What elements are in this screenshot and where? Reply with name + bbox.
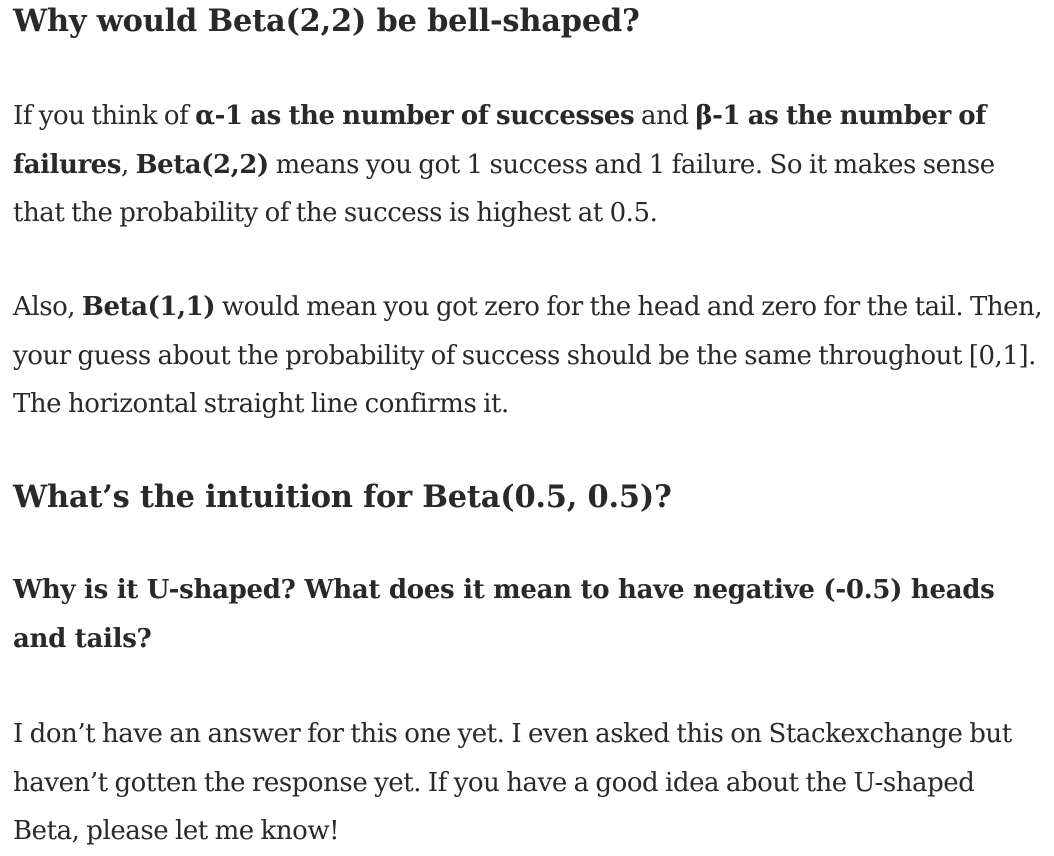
p1-text-1: If you think of (13, 101, 196, 131)
p1-text-3: , (120, 149, 136, 180)
p2-text-1: Also, (13, 292, 82, 322)
p1-text-2: and (634, 101, 696, 131)
p2-bold-beta11: Beta(1,1) (81, 292, 216, 322)
paragraph-successes-failures: If you think of α-1 as the number of suc… (13, 92, 1043, 238)
p1-bold-alpha: α-1 as the number of successes (195, 101, 635, 131)
section-heading-bell-shaped: Why would Beta(2,2) be bell-shaped? (13, 3, 640, 39)
paragraph-no-answer: I don’t have an answer for this one yet.… (13, 719, 1012, 846)
paragraph-beta-1-1: Also, Beta(1,1) would mean you got zero … (13, 283, 1043, 429)
p1-bold-beta22: Beta(2,2) (135, 149, 270, 180)
subheading-u-shaped: Why is it U-shaped? What does it mean to… (13, 575, 995, 654)
section-heading-intuition: What’s the intuition for Beta(0.5, 0.5)? (13, 479, 672, 515)
